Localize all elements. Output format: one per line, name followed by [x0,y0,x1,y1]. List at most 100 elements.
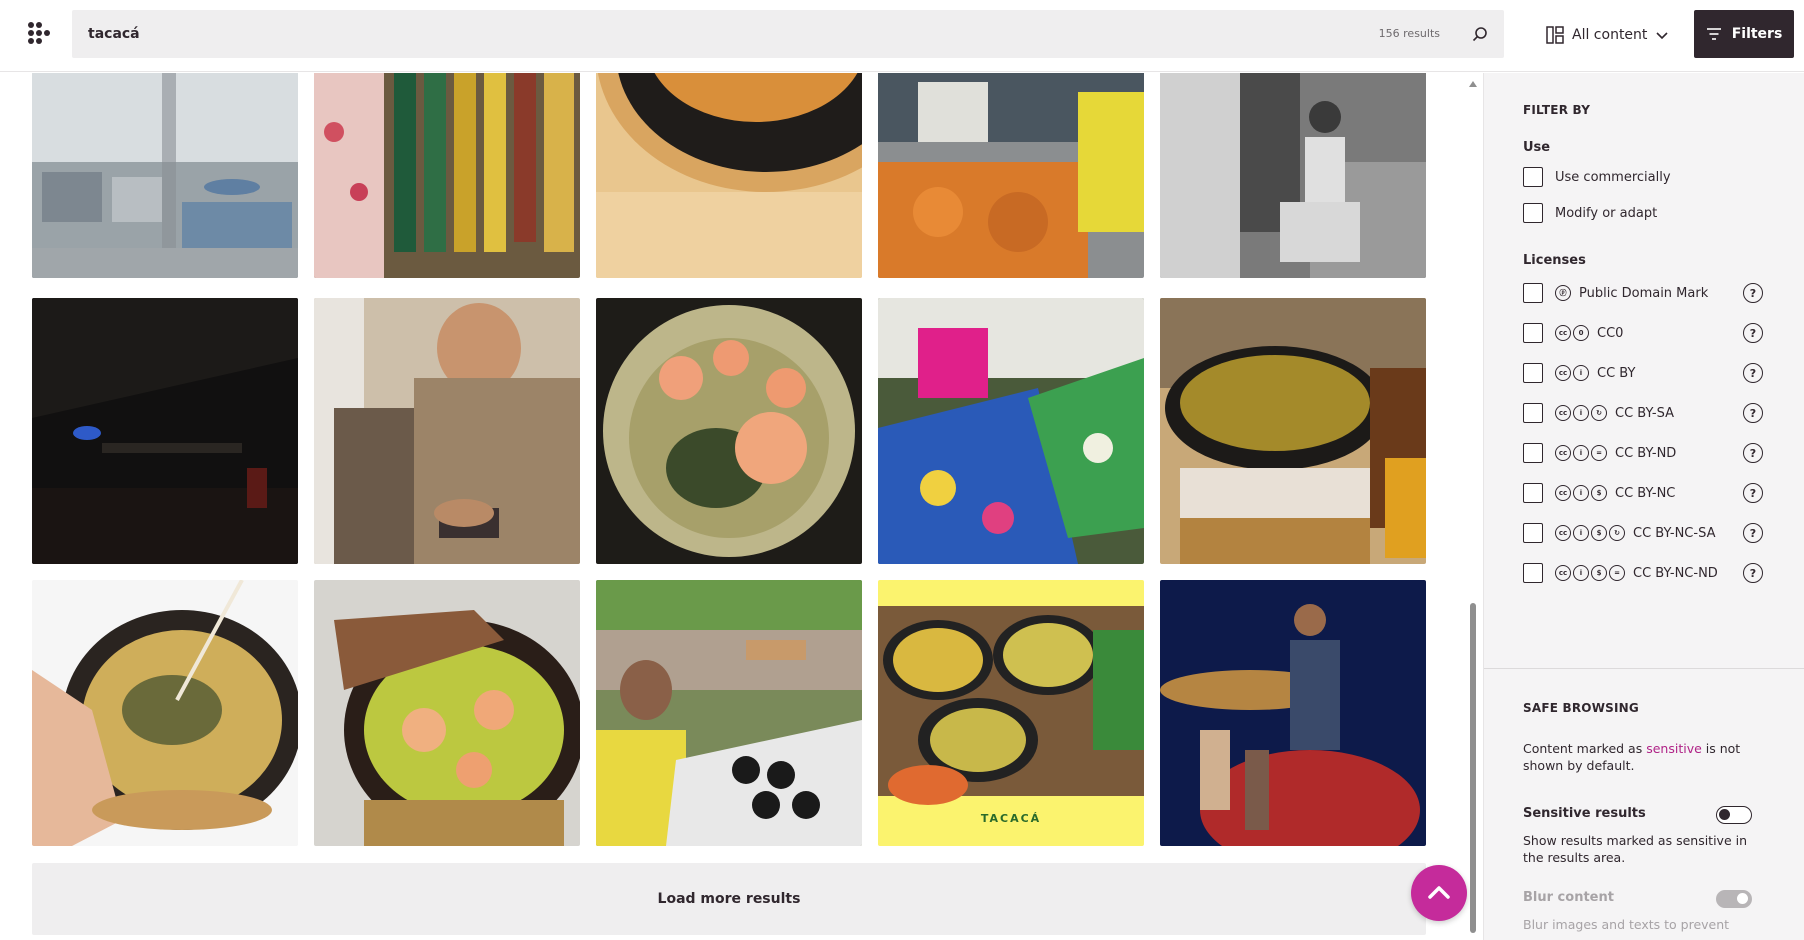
license-icons: cc 0 [1555,325,1589,341]
help-icon[interactable]: ? [1743,523,1763,543]
scroll-to-top-button[interactable] [1411,865,1467,921]
checkbox[interactable] [1523,167,1543,187]
license-icons: cc i $ ↻ [1555,525,1625,541]
photo-held-bowl [314,580,580,846]
result-count: 156 results [1378,27,1440,40]
section-divider [1484,668,1804,669]
image-result[interactable] [596,580,862,846]
chevron-down-icon [1656,32,1668,40]
safe-browsing-title: SAFE BROWSING [1523,701,1639,715]
photo-market-bottles [314,73,580,278]
license-by-icon: i [1573,405,1589,421]
image-result[interactable] [1160,580,1426,846]
filter-by-title: FILTER BY [1523,103,1591,117]
license-cc-icon: cc [1555,485,1571,501]
image-result[interactable] [878,73,1144,278]
license-icons: cc i $ = [1555,565,1625,581]
photo-young-man-phone [314,298,580,564]
checkbox[interactable] [1523,523,1543,543]
photo-dark-interior [32,298,298,564]
layout-icon [1546,26,1564,44]
image-result[interactable] [32,73,298,278]
results-grid: TACACÁ Load more results [0,73,1482,940]
license-sa-icon: ↻ [1609,525,1625,541]
filter-license-cc-by-nc[interactable]: cc i $ CC BY-NC? [1523,481,1763,505]
blur-content-description: Blur images and texts to prevent [1523,917,1730,932]
filter-license-cc-by-nc-nd[interactable]: cc i $ = CC BY-NC-ND? [1523,561,1763,585]
help-icon[interactable]: ? [1743,483,1763,503]
license-label: CC BY-ND [1615,445,1677,461]
image-result[interactable] [1160,73,1426,278]
search-input[interactable] [88,10,1288,58]
content-type-select[interactable]: All content [1546,18,1669,52]
content-type-label: All content [1572,27,1648,43]
blur-content-toggle[interactable] [1716,890,1752,908]
search-icon [1472,27,1487,42]
help-icon[interactable]: ? [1743,283,1763,303]
filter-license-cc0[interactable]: cc 0 CC0? [1523,321,1763,345]
filter-label: Use commercially [1555,169,1671,185]
license-by-icon: i [1573,365,1589,381]
filters-label: Filters [1731,26,1783,42]
help-icon[interactable]: ? [1743,363,1763,383]
license-sa-icon: ↻ [1591,405,1607,421]
image-result[interactable] [596,298,862,564]
checkbox[interactable] [1523,563,1543,583]
license-cc-icon: cc [1555,405,1571,421]
image-result[interactable] [32,298,298,564]
license-label: Public Domain Mark [1579,285,1709,301]
help-icon[interactable]: ? [1743,323,1763,343]
checkbox[interactable] [1523,443,1543,463]
license-label: CC BY-SA [1615,405,1674,421]
scroll-up-arrow-icon[interactable] [1469,81,1477,87]
license-zero-icon: 0 [1573,325,1589,341]
filters-sidebar: FILTER BY Use Use commercially Modify or… [1483,73,1804,940]
sensitive-link[interactable]: sensitive [1646,741,1702,756]
photo-market-shrimp [878,73,1144,278]
image-result[interactable]: TACACÁ [878,580,1144,846]
image-result[interactable] [878,298,1144,564]
search-bar: 156 results [72,10,1504,58]
openverse-logo-icon[interactable] [28,22,52,46]
image-result[interactable] [314,298,580,564]
checkbox[interactable] [1523,403,1543,423]
scrollbar-thumb[interactable] [1470,603,1476,933]
image-result[interactable] [596,73,862,278]
license-pd-icon: ⓟ [1555,285,1571,301]
image-result[interactable] [314,580,580,846]
checkbox[interactable] [1523,483,1543,503]
license-nc-icon: $ [1591,485,1607,501]
checkbox[interactable] [1523,323,1543,343]
photo-man-bw [1160,73,1426,278]
filter-modify-or-adapt[interactable]: Modify or adapt [1523,201,1763,225]
checkbox[interactable] [1523,283,1543,303]
license-cc-icon: cc [1555,525,1571,541]
filters-button[interactable]: Filters [1694,10,1794,58]
load-more-button[interactable]: Load more results [32,863,1426,935]
filter-license-cc-by-sa[interactable]: cc i ↻ CC BY-SA? [1523,401,1763,425]
license-by-icon: i [1573,485,1589,501]
image-result[interactable] [314,73,580,278]
filter-license-cc-by[interactable]: cc i CC BY? [1523,361,1763,385]
checkbox[interactable] [1523,363,1543,383]
help-icon[interactable]: ? [1743,443,1763,463]
checkbox[interactable] [1523,203,1543,223]
license-by-icon: i [1573,525,1589,541]
image-result[interactable] [32,580,298,846]
license-label: CC BY-NC-SA [1633,525,1716,541]
filter-license-public-domain-mark[interactable]: ⓟ Public Domain Mark? [1523,281,1763,305]
filter-license-cc-by-nc-sa[interactable]: cc i $ ↻ CC BY-NC-SA? [1523,521,1763,545]
sensitive-results-toggle[interactable] [1716,806,1752,824]
app-window: 156 results All content [0,0,1804,940]
photo-hand-bowl [32,580,298,846]
filter-license-cc-by-nd[interactable]: cc i = CC BY-ND? [1523,441,1763,465]
filter-use-commercially[interactable]: Use commercially [1523,165,1763,189]
help-icon[interactable]: ? [1743,403,1763,423]
license-icons: cc i $ [1555,485,1607,501]
safe-text-before: Content marked as [1523,741,1647,756]
search-button[interactable] [1468,22,1492,46]
main-scrollbar[interactable] [1466,73,1480,940]
filter-label: Modify or adapt [1555,205,1658,221]
image-result[interactable] [1160,298,1426,564]
help-icon[interactable]: ? [1743,563,1763,583]
